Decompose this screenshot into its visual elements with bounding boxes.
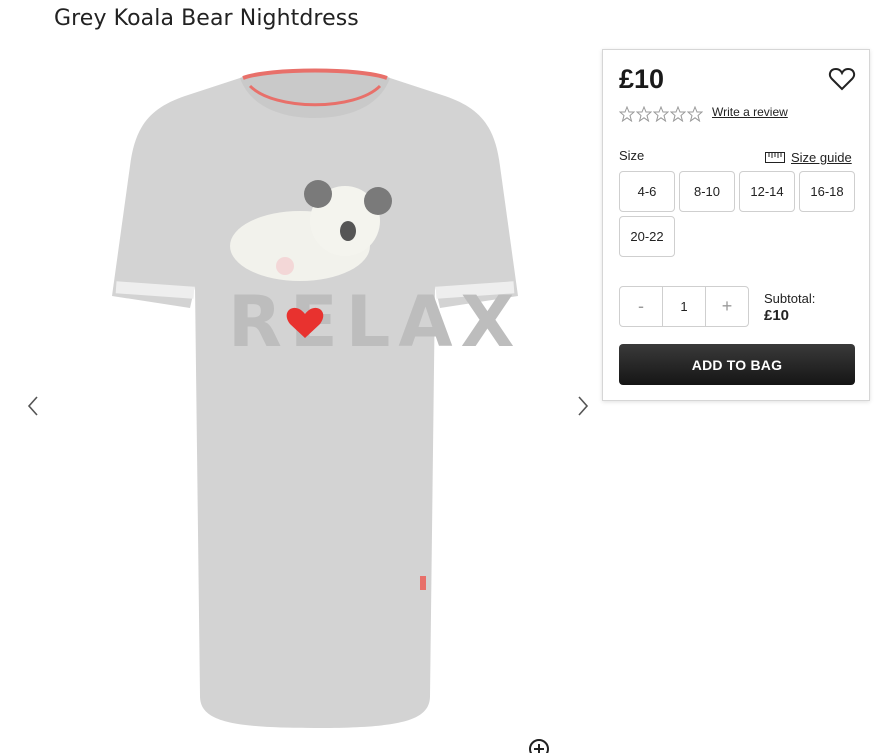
svg-text:RELAX: RELAX (228, 281, 522, 363)
product-title: Grey Koala Bear Nightdress (54, 6, 359, 31)
size-option[interactable]: 8-10 (679, 171, 735, 212)
quantity-input[interactable]: 1 (662, 287, 706, 326)
star-outline-icon (687, 106, 703, 122)
product-image: RELAX (112, 68, 522, 728)
add-to-bag-button[interactable]: ADD TO BAG (619, 344, 855, 385)
size-option[interactable]: 20-22 (619, 216, 675, 257)
subtotal-label: Subtotal: (764, 291, 816, 306)
quantity-increase-button[interactable]: + (706, 287, 748, 326)
quantity-decrease-button[interactable]: - (620, 287, 662, 326)
size-guide-label: Size guide (791, 150, 852, 165)
star-outline-icon (619, 106, 635, 122)
write-review-link[interactable]: Write a review (712, 105, 788, 119)
subtotal: Subtotal: £10 (764, 290, 815, 324)
size-option[interactable]: 12-14 (739, 171, 795, 212)
size-options: 4-6 8-10 12-14 16-18 20-22 (619, 171, 859, 257)
subtotal-amount: £10 (764, 307, 790, 324)
ruler-icon (765, 152, 785, 163)
size-option[interactable]: 16-18 (799, 171, 855, 212)
size-label: Size (619, 148, 645, 163)
gallery-next-button[interactable] (570, 394, 594, 418)
price: £10 (619, 64, 665, 94)
quantity-stepper: - 1 + (619, 286, 749, 327)
gallery-prev-button[interactable] (22, 394, 46, 418)
size-option[interactable]: 4-6 (619, 171, 675, 212)
heart-icon[interactable] (828, 65, 856, 93)
purchase-panel: £10 Write a review Size Size guide 4-6 8… (602, 49, 870, 401)
chevron-right-icon (578, 396, 589, 416)
star-outline-icon (636, 106, 652, 122)
image-gallery: RELAX (0, 40, 600, 753)
zoom-in-icon[interactable] (528, 738, 550, 753)
star-outline-icon (670, 106, 686, 122)
star-outline-icon (653, 106, 669, 122)
size-guide-link[interactable]: Size guide (765, 150, 852, 165)
rating-stars (619, 106, 703, 122)
chevron-left-icon (27, 396, 38, 416)
